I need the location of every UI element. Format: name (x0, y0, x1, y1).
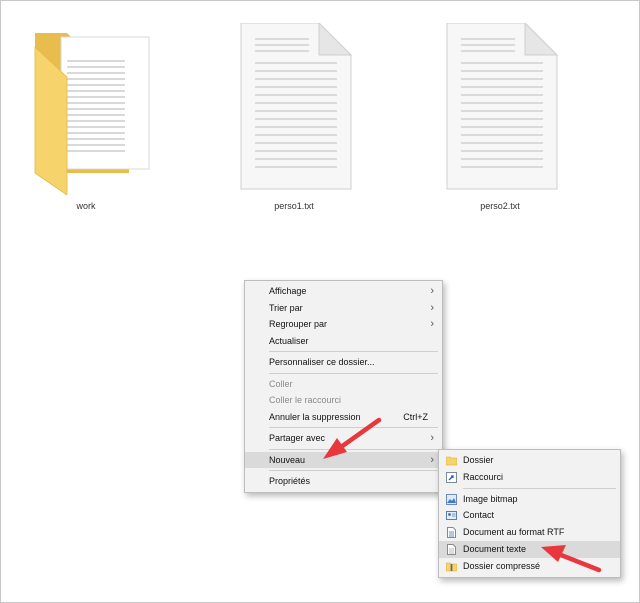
menu-separator (269, 372, 438, 374)
file-name: work (76, 201, 96, 211)
submenu-nouveau: Dossier Raccourci Image bitmap Contact D… (438, 449, 621, 578)
menu-separator (463, 487, 616, 489)
chevron-right-icon: › (430, 432, 434, 444)
shortcut-icon (446, 471, 457, 483)
menu-item-coller: Coller (245, 376, 442, 393)
menu-item-coller-raccourci: Coller le raccourci (245, 392, 442, 409)
submenu-item-document-rtf[interactable]: Document au format RTF (439, 524, 620, 541)
submenu-item-label: Document texte (463, 543, 527, 554)
chevron-right-icon: › (430, 285, 434, 297)
menu-separator (269, 351, 438, 352)
menu-item-label: Partager avec (269, 433, 326, 443)
file-name: perso1.txt (274, 201, 314, 211)
menu-item-label: Coller (269, 378, 293, 389)
folder-icon (34, 33, 150, 195)
menu-item-label: Trier par (269, 302, 303, 313)
menu-item-affichage[interactable]: Affichage › (245, 283, 442, 300)
menu-item-nouveau[interactable]: Nouveau › (245, 451, 442, 468)
submenu-item-image-bitmap[interactable]: Image bitmap (439, 491, 620, 508)
menu-item-label: Regrouper par (269, 319, 328, 329)
menu-item-label: Coller le raccourci (269, 395, 342, 405)
file-item-work[interactable]: work (11, 23, 161, 211)
submenu-item-label: Document au format RTF (463, 527, 565, 538)
menu-item-label: Actualiser (269, 335, 309, 346)
menu-item-label: Propriétés (269, 476, 311, 486)
submenu-item-dossier-compresse[interactable]: Dossier compressé (439, 558, 620, 575)
submenu-item-label: Image bitmap (463, 493, 518, 504)
chevron-right-icon: › (430, 453, 434, 466)
menu-item-label: Personnaliser ce dossier... (269, 357, 375, 367)
zip-folder-icon (446, 562, 457, 572)
chevron-right-icon: › (430, 301, 434, 314)
text-document-icon (447, 543, 456, 555)
menu-item-partager-avec[interactable]: Partager avec › (245, 430, 442, 447)
submenu-item-dossier[interactable]: Dossier (439, 452, 620, 469)
bitmap-icon (446, 493, 457, 505)
menu-item-personnaliser[interactable]: Personnaliser ce dossier... (245, 354, 442, 371)
file-item-perso1[interactable]: perso1.txt (219, 23, 369, 211)
submenu-item-contact[interactable]: Contact (439, 507, 620, 524)
menu-item-label: Annuler la suppression (269, 411, 361, 422)
keyboard-shortcut: Ctrl+Z (403, 411, 428, 422)
file-item-perso2[interactable]: perso2.txt (425, 23, 575, 211)
submenu-item-label: Contact (463, 510, 495, 521)
menu-item-label: Affichage (269, 286, 307, 296)
text-file-icon (446, 23, 559, 190)
contact-card-icon (446, 511, 457, 521)
submenu-item-label: Raccourci (463, 471, 504, 482)
menu-separator (269, 448, 438, 450)
menu-item-annuler-suppression[interactable]: Annuler la suppression Ctrl+Z (245, 409, 442, 426)
menu-item-trier-par[interactable]: Trier par › (245, 300, 442, 317)
menu-separator (269, 470, 438, 471)
menu-item-proprietes[interactable]: Propriétés (245, 473, 442, 490)
rtf-document-icon (447, 527, 456, 539)
desktop-folder-view[interactable]: work perso1.txt perso2.txt Affichage › T… (0, 0, 640, 603)
submenu-item-label: Dossier (463, 455, 494, 465)
submenu-item-raccourci[interactable]: Raccourci (439, 469, 620, 486)
menu-separator (269, 427, 438, 428)
text-file-icon (240, 23, 353, 190)
context-menu: Affichage › Trier par › Regrouper par › … (244, 280, 443, 493)
file-name: perso2.txt (480, 201, 520, 211)
menu-item-regrouper-par[interactable]: Regrouper par › (245, 316, 442, 333)
folder-icon (446, 456, 457, 466)
menu-item-label: Nouveau (269, 454, 306, 465)
submenu-item-document-texte[interactable]: Document texte (439, 540, 620, 558)
menu-item-actualiser[interactable]: Actualiser (245, 333, 442, 350)
chevron-right-icon: › (430, 318, 434, 330)
submenu-item-label: Dossier compressé (463, 560, 541, 571)
